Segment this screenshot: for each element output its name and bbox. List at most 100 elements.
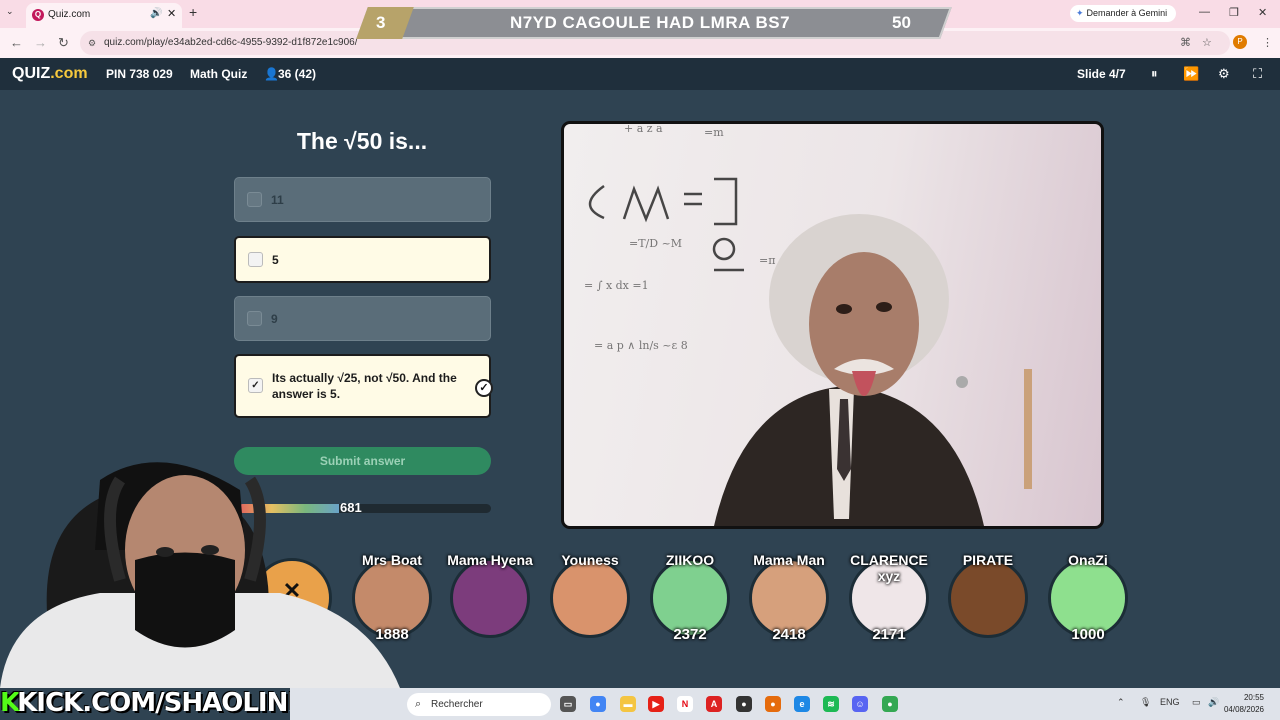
gemini-label: Demander à Gemini: [1086, 8, 1168, 18]
close-window-icon[interactable]: ✕: [1258, 6, 1267, 19]
chrome-icon[interactable]: ●: [590, 696, 606, 712]
player-card: PIRATE: [944, 552, 1028, 642]
player-points: 2372: [673, 626, 707, 643]
player-count-icon: 👤: [264, 67, 279, 81]
network-icon[interactable]: ▭: [1192, 697, 1201, 708]
question-image: + a z a =m =T/D ~M = ∫ x dx =1 = a p ∧ ln/…: [561, 121, 1104, 529]
new-tab-button[interactable]: +: [189, 4, 197, 20]
quiz-favicon-icon: Q: [32, 9, 44, 21]
player-name: OnaZi: [1068, 552, 1108, 568]
chrome-active-icon[interactable]: ●: [882, 696, 898, 712]
streamer-webcam: [0, 462, 400, 688]
svg-text:+ a z a: + a z a: [624, 124, 663, 135]
player-name: Mama Man: [753, 552, 825, 568]
edge-icon[interactable]: e: [794, 696, 810, 712]
answer-checkbox[interactable]: [247, 311, 262, 326]
file-explorer-icon[interactable]: ▬: [620, 696, 636, 712]
player-points: 2171: [872, 626, 906, 643]
player-points: 1000: [1071, 626, 1105, 643]
skip-forward-icon[interactable]: ⏩: [1183, 66, 1199, 82]
answer-option-4[interactable]: ✓ Its actually √25, not √50. And the ans…: [234, 354, 493, 418]
gemini-sparkle-icon: ✦: [1076, 8, 1084, 18]
kick-text: KICK.COM/SHAOLINE: [17, 688, 305, 718]
clock-time: 20:55: [1243, 693, 1264, 702]
microphone-icon[interactable]: 🎙: [1140, 697, 1151, 708]
task-view-icon[interactable]: ▭: [560, 696, 576, 712]
selected-check-icon: ✓: [475, 379, 493, 397]
forward-icon[interactable]: →: [34, 35, 47, 50]
player-name: ZIIKOO: [665, 552, 715, 568]
quiz-header: QUIZ.com PIN 738 029 Math Quiz 👤 36 (42)…: [0, 58, 1280, 90]
site-info-icon[interactable]: ⚙: [88, 31, 96, 55]
answer-option-3[interactable]: 9: [234, 296, 491, 341]
answer-checkbox[interactable]: [248, 252, 263, 267]
netflix-icon[interactable]: N: [677, 696, 693, 712]
media-app-icon[interactable]: ●: [736, 696, 752, 712]
game-pin: PIN 738 029: [106, 67, 173, 81]
url-text: quiz.com/play/e34ab2ed-cd6c-4955-9392-d1…: [104, 37, 358, 48]
player-points: 2418: [772, 626, 806, 643]
bookmark-star-icon[interactable]: ☆: [1202, 36, 1212, 49]
question-title: The √50 is...: [296, 128, 428, 154]
language-indicator[interactable]: ENG: [1160, 697, 1180, 707]
player-name: PIRATE: [962, 552, 1014, 568]
avatar: [450, 558, 530, 638]
answer-checkbox-checked[interactable]: ✓: [248, 378, 263, 393]
logo-text: QUIZ: [12, 65, 51, 82]
app-icon[interactable]: A: [706, 696, 722, 712]
gemini-button[interactable]: ✦ Demander à Gemini: [1070, 5, 1176, 22]
avatar: [948, 558, 1028, 638]
browser-tab[interactable]: Q Quiz.com 🔊 ✕: [26, 3, 182, 28]
spotify-icon[interactable]: ≋: [823, 696, 839, 712]
search-icon: ⌕: [415, 698, 422, 710]
minimize-icon[interactable]: —: [1199, 6, 1210, 18]
taskbar-search[interactable]: ⌕ Rechercher: [407, 693, 551, 716]
tab-title: Quiz.com: [48, 9, 91, 20]
quiz-logo[interactable]: QUIZ.com: [12, 65, 88, 83]
answer-checkbox[interactable]: [247, 192, 262, 207]
player-name: Youness: [561, 552, 619, 568]
player-count: 36 (42): [278, 67, 317, 81]
fullscreen-icon[interactable]: ⛶: [1253, 66, 1262, 82]
svg-text:= ∫ x dx =1: = ∫ x dx =1: [584, 279, 649, 292]
banner-right-number: 50: [892, 13, 911, 32]
close-tab-icon[interactable]: ✕: [167, 7, 176, 20]
profile-avatar[interactable]: P: [1233, 35, 1247, 49]
answer-label: Its actually √25, not √50. And the answe…: [272, 371, 457, 401]
discord-icon[interactable]: ☺: [852, 696, 868, 712]
answer-label: 5: [272, 253, 279, 267]
back-icon[interactable]: ←: [10, 35, 23, 50]
player-card: OnaZi 1000: [1044, 552, 1128, 643]
banner-left-number: 3: [376, 13, 386, 32]
audio-playing-icon[interactable]: 🔊: [150, 8, 162, 19]
svg-text:= a p ∧ ln/s ~ε 8: = a p ∧ ln/s ~ε 8: [594, 339, 688, 352]
kick-channel-watermark: KKICK.COM/SHAOLINE: [0, 688, 305, 720]
browser-menu-icon[interactable]: ⋮: [1262, 36, 1273, 49]
reload-icon[interactable]: ↻: [58, 35, 69, 51]
quiz-name: Math Quiz: [190, 67, 248, 81]
player-card: Youness: [546, 552, 630, 642]
player-card: CLARENCE xyz 2171: [845, 552, 929, 643]
svg-text:=m: =m: [704, 126, 724, 139]
logo-domain: .com: [50, 65, 88, 82]
pause-icon[interactable]: ⏸: [1151, 66, 1158, 82]
volume-icon[interactable]: 🔊: [1208, 697, 1219, 708]
svg-text:=T/D ~M: =T/D ~M: [629, 237, 682, 250]
restore-icon[interactable]: ❐: [1229, 6, 1239, 19]
windows-taskbar: ⌕ Rechercher ▭ ● ▬ ▶ N A ● ● e ≋ ☺ ● ⌃ 🎙…: [290, 688, 1280, 720]
tab-search-chevron-icon[interactable]: ⌄: [6, 6, 14, 17]
youtube-icon[interactable]: ▶: [648, 696, 664, 712]
settings-gear-icon[interactable]: ⚙: [1218, 66, 1230, 82]
tray-chevron-icon[interactable]: ⌃: [1117, 697, 1125, 708]
firefox-icon[interactable]: ●: [765, 696, 781, 712]
clock[interactable]: 20:55 04/08/2026: [1224, 692, 1264, 716]
banner-title: N7YD CAGOULE HAD LMRA BS7: [509, 13, 791, 32]
player-card: ZIIKOO 2372: [646, 552, 730, 643]
answer-option-2[interactable]: 5: [234, 236, 491, 283]
answer-label: 9: [271, 312, 278, 326]
answer-option-1[interactable]: 11: [234, 177, 491, 222]
slide-counter: Slide 4/7: [1077, 67, 1126, 81]
translate-icon[interactable]: ⌘: [1180, 36, 1191, 49]
clock-date: 04/08/2026: [1223, 705, 1264, 714]
player-name: Mama Hyena: [447, 552, 533, 568]
